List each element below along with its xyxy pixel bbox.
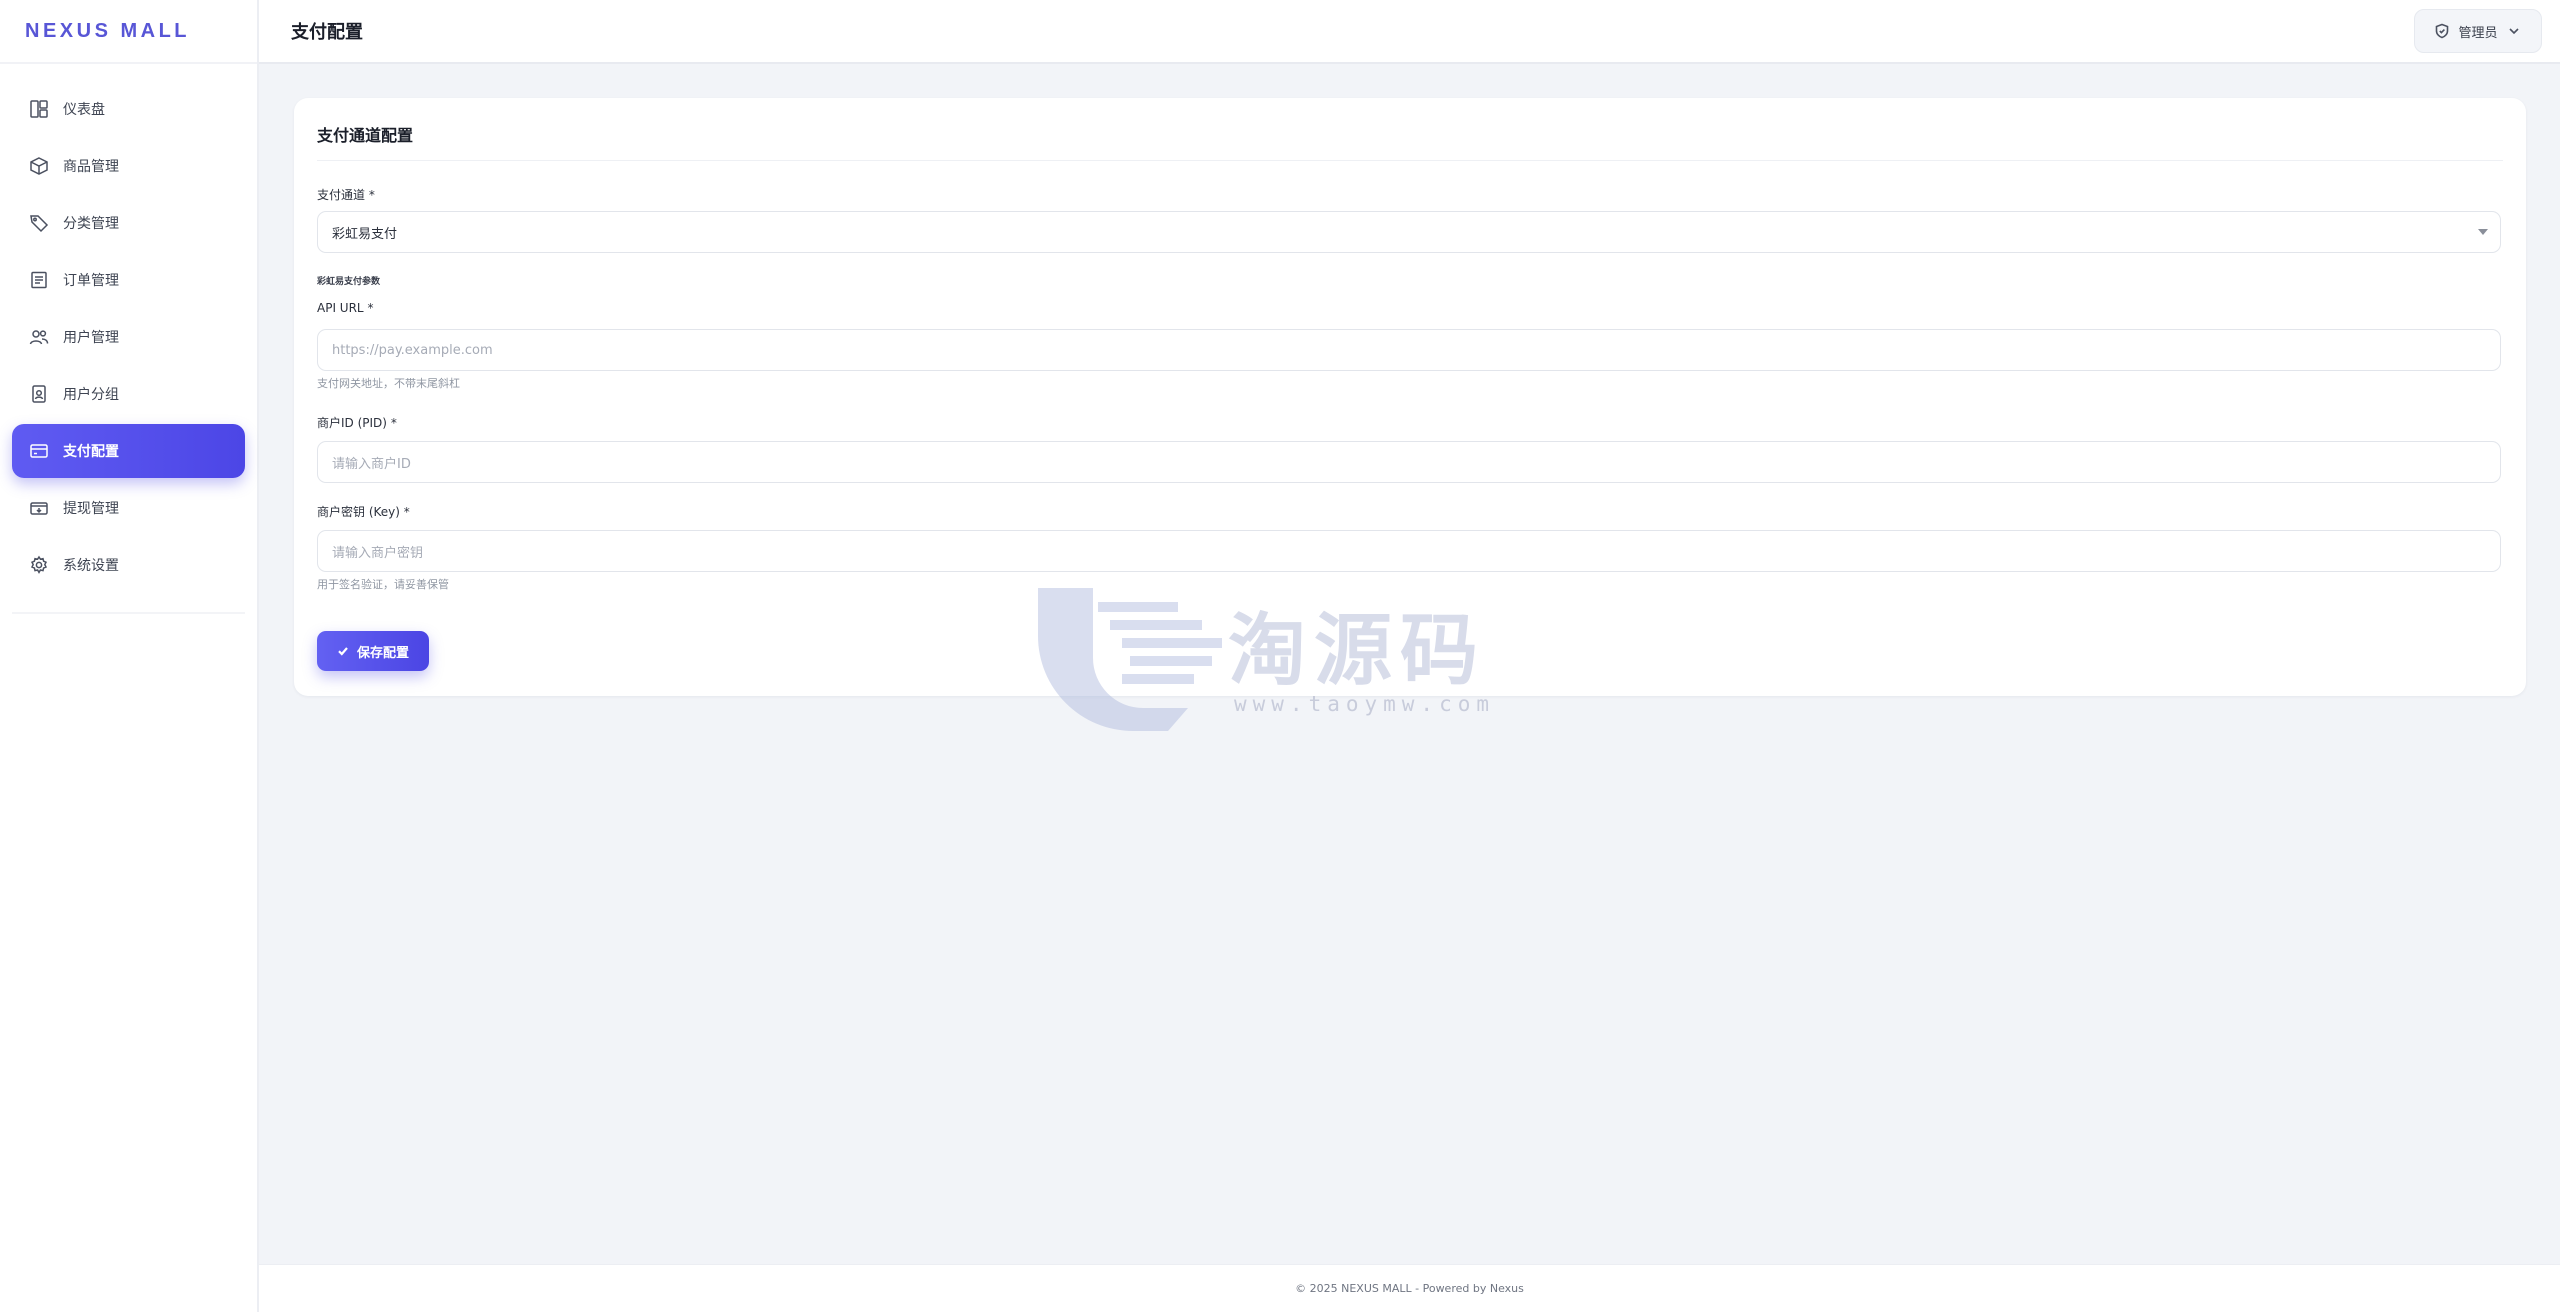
pid-label: 商户ID (PID) * bbox=[317, 414, 397, 431]
sidebar-item-orders[interactable]: 订单管理 bbox=[12, 253, 245, 307]
api-url-placeholder: https://pay.example.com bbox=[332, 342, 493, 358]
card-divider bbox=[317, 160, 2503, 161]
required-mark: * bbox=[390, 416, 397, 430]
sidebar-item-users[interactable]: 用户管理 bbox=[12, 310, 245, 364]
sidebar-item-user-groups[interactable]: 用户分组 bbox=[12, 367, 245, 421]
sidebar-item-products[interactable]: 商品管理 bbox=[12, 139, 245, 193]
credit-card-icon bbox=[28, 440, 50, 462]
user-badge-icon bbox=[28, 383, 50, 405]
sidebar-nav: 仪表盘 商品管理 分类管理 订单管理 用户管理 用户分组 支付配置 提现管理 系… bbox=[0, 64, 257, 592]
api-url-input[interactable]: https://pay.example.com bbox=[317, 329, 2501, 371]
key-input[interactable]: 请输入商户密钥 bbox=[317, 530, 2501, 572]
pid-input[interactable]: 请输入商户ID bbox=[317, 441, 2501, 483]
check-icon bbox=[338, 647, 348, 656]
dashboard-icon bbox=[28, 98, 50, 120]
sidebar-item-label: 仪表盘 bbox=[63, 102, 105, 118]
gear-icon bbox=[28, 554, 50, 576]
user-role-label: 管理员 bbox=[2458, 25, 2498, 41]
sidebar-item-payment-config[interactable]: 支付配置 bbox=[12, 424, 245, 478]
card-title: 支付通道配置 bbox=[317, 126, 414, 145]
chevron-down-icon bbox=[2508, 28, 2519, 35]
save-config-button[interactable]: 保存配置 bbox=[317, 631, 429, 671]
required-mark: * bbox=[403, 505, 410, 519]
channel-label-text: 支付通道 bbox=[317, 188, 366, 202]
sidebar-item-label: 支付配置 bbox=[63, 444, 119, 460]
shield-icon bbox=[2436, 23, 2449, 39]
channel-label: 支付通道 * bbox=[317, 186, 375, 203]
api-url-label-text: API URL bbox=[317, 301, 364, 315]
key-help: 用于签名验证，请妥善保管 bbox=[317, 578, 449, 591]
users-icon bbox=[28, 326, 50, 348]
sidebar: NEXUS MALL 仪表盘 商品管理 分类管理 订单管理 用户管理 用户分组 … bbox=[0, 0, 259, 1312]
sidebar-item-categories[interactable]: 分类管理 bbox=[12, 196, 245, 250]
page-title: 支付配置 bbox=[291, 22, 363, 43]
sidebar-item-withdrawals[interactable]: 提现管理 bbox=[12, 481, 245, 535]
key-label: 商户密钥 (Key) * bbox=[317, 503, 410, 520]
required-mark: * bbox=[368, 188, 375, 202]
api-url-help: 支付网关地址，不带末尾斜杠 bbox=[317, 377, 460, 390]
box-icon bbox=[28, 155, 50, 177]
top-header: 支付配置 管理员 bbox=[259, 0, 2560, 64]
sidebar-item-label: 提现管理 bbox=[63, 501, 119, 517]
sidebar-item-dashboard[interactable]: 仪表盘 bbox=[12, 82, 245, 136]
withdraw-icon bbox=[28, 497, 50, 519]
section-tag: 彩虹易支付参数 bbox=[317, 277, 381, 287]
required-mark: * bbox=[367, 301, 374, 315]
sidebar-item-settings[interactable]: 系统设置 bbox=[12, 538, 245, 592]
channel-select[interactable]: 彩虹易支付 bbox=[317, 211, 2501, 253]
pid-label-text: 商户ID (PID) bbox=[317, 416, 387, 430]
user-menu-button[interactable]: 管理员 bbox=[2414, 9, 2542, 53]
sidebar-item-label: 用户管理 bbox=[63, 330, 119, 346]
sidebar-item-label: 分类管理 bbox=[63, 216, 119, 232]
key-placeholder: 请输入商户密钥 bbox=[332, 545, 424, 561]
caret-down-icon bbox=[2478, 229, 2488, 235]
api-url-label: API URL * bbox=[317, 301, 373, 315]
key-label-text: 商户密钥 (Key) bbox=[317, 505, 400, 519]
brand-logo[interactable]: NEXUS MALL bbox=[0, 0, 257, 64]
sidebar-item-label: 系统设置 bbox=[63, 558, 119, 574]
payment-channel-card: 支付通道配置 支付通道 * 彩虹易支付 彩虹易支付参数 API URL * ht… bbox=[294, 98, 2526, 696]
sidebar-item-label: 商品管理 bbox=[63, 159, 119, 175]
page-footer: © 2025 NEXUS MALL - Powered by Nexus bbox=[259, 1264, 2560, 1312]
sidebar-divider bbox=[12, 612, 245, 614]
receipt-icon bbox=[28, 269, 50, 291]
channel-select-value: 彩虹易支付 bbox=[332, 226, 398, 242]
pid-placeholder: 请输入商户ID bbox=[332, 456, 411, 472]
sidebar-item-label: 用户分组 bbox=[63, 387, 119, 403]
save-config-label: 保存配置 bbox=[356, 644, 409, 660]
sidebar-item-label: 订单管理 bbox=[63, 273, 119, 289]
tag-icon bbox=[28, 212, 50, 234]
